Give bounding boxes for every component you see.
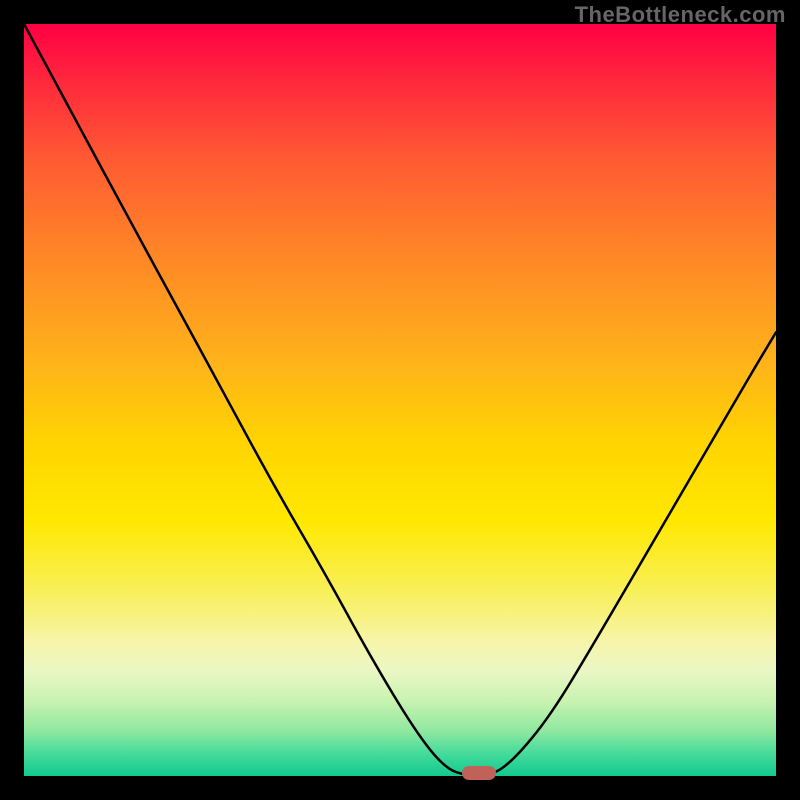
bottleneck-curve: [24, 24, 776, 776]
optimal-point-marker: [462, 766, 496, 780]
chart-frame: TheBottleneck.com: [0, 0, 800, 800]
watermark-text: TheBottleneck.com: [575, 2, 786, 28]
